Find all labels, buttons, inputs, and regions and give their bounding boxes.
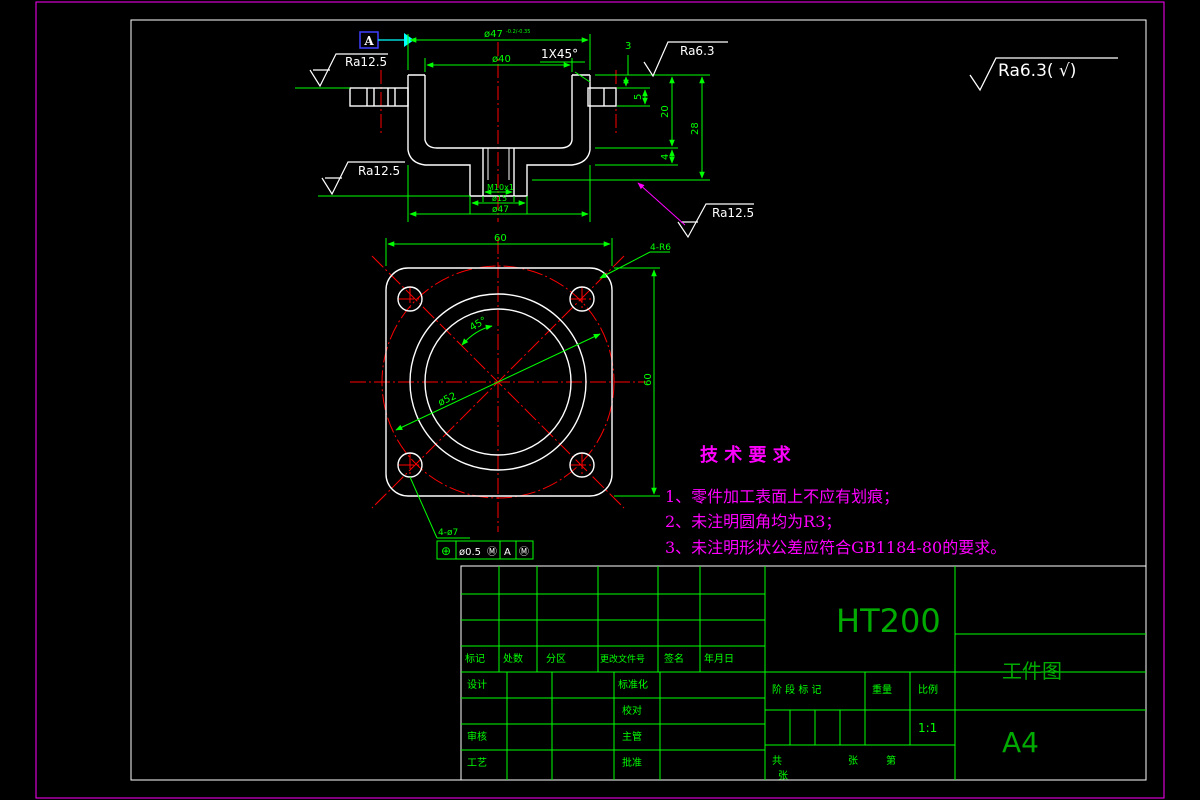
dim-top-width: ø47 bbox=[484, 29, 503, 40]
scale: 1:1 bbox=[918, 721, 937, 735]
material: HT200 bbox=[836, 602, 941, 640]
tol-symbol: ⊕ bbox=[441, 544, 451, 558]
dim-corner-radius: 4-R6 bbox=[650, 243, 671, 253]
tb-label-signature: 签名 bbox=[664, 652, 684, 665]
outer-frame bbox=[35, 1, 1165, 799]
dim-top-width-tol: -0.2/-0.35 bbox=[506, 29, 530, 35]
dim-thread: M10x1 bbox=[487, 183, 514, 192]
roughness-bottom-right: Ra12.5 bbox=[712, 206, 754, 220]
sheet-size: A4 bbox=[1002, 726, 1039, 759]
tb-label-supervisor: 主管 bbox=[622, 730, 642, 743]
note-item-1: 1、零件加工表面上不应有划痕； bbox=[665, 487, 899, 506]
dim-flange-thk: 5 bbox=[633, 94, 644, 100]
drawing-title: 工件图 bbox=[1002, 659, 1062, 683]
dim-boss-dia: ø15 bbox=[492, 194, 507, 203]
tol-datum-modifier: Ⓜ bbox=[519, 546, 529, 558]
dim-bottom-dia: ø47 bbox=[492, 205, 509, 215]
tb-label-ratio: 比例 bbox=[918, 683, 938, 696]
datum-a: A bbox=[359, 31, 414, 49]
tol-modifier: Ⓜ bbox=[487, 546, 497, 558]
tol-value: ø0.5 bbox=[459, 547, 481, 558]
title-block: HT200 工件图 A4 1:1 标记 处数 分区 更改文件号 签名 年月日 设… bbox=[460, 565, 1147, 782]
tb-label-mark: 标记 bbox=[465, 653, 485, 665]
tb-label-design: 设计 bbox=[467, 678, 487, 691]
tb-label-doc-no: 更改文件号 bbox=[600, 653, 645, 665]
dim-cavity-depth: 20 bbox=[660, 105, 671, 118]
tb-label-zone: 分区 bbox=[546, 653, 566, 665]
section-view: A ø47 -0.2/-0.35 ø40 3 5 20 4 28 M10x1 ø… bbox=[295, 29, 1118, 239]
flange-left bbox=[349, 87, 409, 107]
tb-label-stage-mark: 阶 段 标 记 bbox=[772, 683, 822, 696]
default-surface-finish: Ra6.3( √) bbox=[998, 61, 1076, 81]
flange-right bbox=[587, 87, 617, 107]
tb-label-total: 共 bbox=[772, 755, 782, 767]
note-item-2: 2、未注明圆角均为R3； bbox=[665, 512, 841, 531]
tb-label-sheets: 张 bbox=[848, 755, 858, 767]
tb-label-page: 第 bbox=[886, 754, 896, 767]
dim-plan-width: 60 bbox=[494, 233, 507, 244]
dim-holes: 4-ø7 bbox=[438, 528, 458, 538]
note-item-3: 3、未注明形状公差应符合GB1184-80的要求。 bbox=[665, 538, 1006, 557]
tb-label-weight: 重量 bbox=[872, 683, 892, 696]
roughness-leader-bottom-right bbox=[637, 182, 686, 226]
body-outer-contour bbox=[407, 75, 591, 197]
datum-a-label: A bbox=[363, 34, 374, 48]
plan-view: 60 60 4-R6 ø52 45° 4-ø7 ⊕ ø0.5 Ⓜ A Ⓜ bbox=[350, 233, 671, 560]
tol-datum: A bbox=[504, 547, 511, 558]
dim-inner-width: ø40 bbox=[492, 54, 511, 65]
tb-label-standardization: 标准化 bbox=[618, 678, 648, 691]
dim-top-depth: 3 bbox=[625, 41, 631, 52]
tb-label-approve: 批准 bbox=[622, 756, 642, 769]
tb-label-process: 工艺 bbox=[467, 757, 487, 769]
dim-overall-height: 28 bbox=[690, 122, 701, 135]
tb-label-review: 审核 bbox=[467, 730, 487, 743]
tolerance-frame: ⊕ ø0.5 Ⓜ A Ⓜ bbox=[436, 540, 534, 560]
dim-plan-height: 60 bbox=[643, 373, 654, 386]
dim-chamfer: 1X45° bbox=[541, 47, 578, 61]
drawing-frames bbox=[35, 1, 1165, 799]
engineering-drawing: A ø47 -0.2/-0.35 ø40 3 5 20 4 28 M10x1 ø… bbox=[35, 1, 1165, 799]
inner-frame bbox=[130, 19, 1147, 781]
tb-label-proofread: 校对 bbox=[622, 704, 642, 717]
roughness-top-right: Ra6.3 bbox=[680, 44, 715, 58]
tb-label-count: 处数 bbox=[503, 652, 523, 665]
notes-title: 技 术 要 求 bbox=[700, 444, 792, 466]
tb-label-sheet: 张 bbox=[778, 770, 788, 782]
dim-bottom-thk: 4 bbox=[660, 154, 671, 160]
tb-label-date: 年月日 bbox=[704, 652, 734, 665]
roughness-top-left: Ra12.5 bbox=[345, 55, 387, 69]
technical-requirements: 技 术 要 求 1、零件加工表面上不应有划痕； 2、未注明圆角均为R3； 3、未… bbox=[665, 444, 1006, 557]
roughness-mid-left: Ra12.5 bbox=[358, 164, 400, 178]
